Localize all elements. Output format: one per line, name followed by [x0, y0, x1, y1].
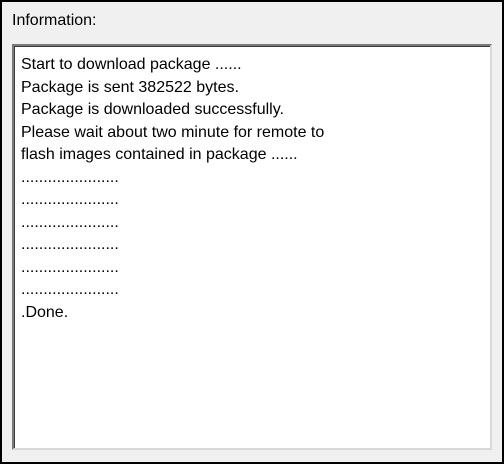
- log-line: ......................: [21, 191, 119, 208]
- information-panel: Information: Start to download package .…: [0, 0, 504, 464]
- log-line: Package is downloaded successfully.: [21, 101, 284, 118]
- log-line: Package is sent 382522 bytes.: [21, 78, 239, 96]
- log-line: ......................: [21, 168, 119, 186]
- log-line: ......................: [21, 213, 119, 231]
- log-line: Start to download package ......: [21, 56, 242, 73]
- panel-title: Information:: [12, 12, 97, 29]
- log-line: ......................: [21, 236, 119, 253]
- log-line: flash images contained in package ......: [21, 146, 298, 163]
- information-log-textbox[interactable]: Start to download package ...... Package…: [12, 44, 492, 450]
- log-line: .Done.: [21, 303, 69, 321]
- log-line: Please wait about two minute for remote …: [21, 123, 325, 141]
- log-line: ......................: [21, 258, 119, 276]
- log-line: ......................: [21, 281, 119, 298]
- log-lines: Start to download package ...... Package…: [21, 54, 484, 324]
